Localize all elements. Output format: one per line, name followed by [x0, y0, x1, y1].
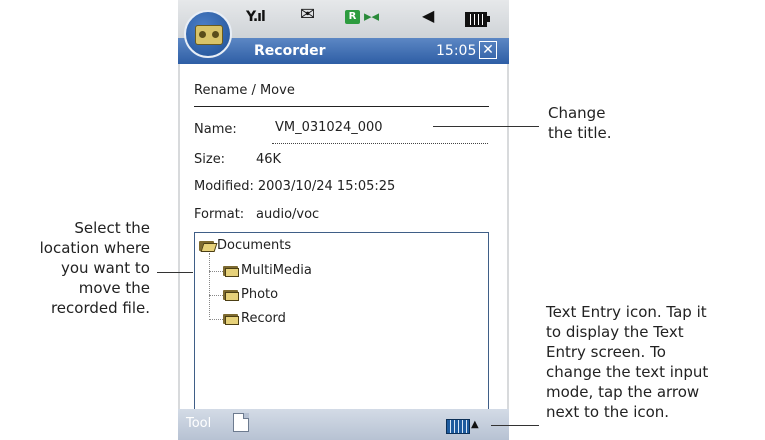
new-document-icon[interactable]	[233, 413, 249, 432]
recorder-app-icon[interactable]	[184, 10, 232, 58]
tree-branch	[209, 271, 223, 272]
tree-branch	[209, 295, 223, 296]
leader-text-entry	[491, 425, 539, 426]
tree-item-photo[interactable]: Photo	[223, 287, 278, 302]
tree-item-record[interactable]: Record	[223, 311, 286, 326]
format-value: audio/voc	[256, 207, 320, 222]
modified-value: 2003/10/24 15:05:25	[257, 179, 396, 194]
size-value: 46K	[256, 152, 282, 167]
open-folder-icon	[199, 239, 218, 252]
folder-tree[interactable]: Documents MultiMedia Photo Record	[194, 232, 489, 410]
callout-text-entry: Text Entry icon. Tap it to display the T…	[546, 303, 709, 421]
leader-select-location	[157, 272, 193, 273]
speaker-icon[interactable]: ◀	[422, 7, 434, 25]
tree-item-label: Photo	[241, 287, 279, 302]
app-title: Recorder	[254, 43, 326, 59]
tree-item-label: Record	[241, 311, 286, 326]
r-badge-icon: R	[345, 10, 360, 24]
modified-row: Modified: 2003/10/24 15:05:25	[194, 179, 395, 194]
signal-icon: Y.ıl	[246, 9, 266, 25]
close-icon[interactable]: ✕	[479, 41, 497, 59]
tree-item-documents[interactable]: Documents	[199, 238, 291, 253]
name-label: Name:	[194, 122, 237, 137]
folder-icon	[223, 264, 240, 277]
phone-screen: Y.ıl ✉ R ▸◂ ◀ Recorder 15:05 ✕ Rename / …	[178, 0, 509, 440]
format-label: Format:	[194, 207, 245, 222]
callout-change-title: Change the title.	[548, 104, 612, 142]
folder-icon	[223, 312, 240, 325]
envelope-icon[interactable]: ✉	[300, 6, 315, 24]
modified-label: Modified:	[194, 179, 254, 194]
heading-divider	[194, 106, 489, 107]
tree-line	[209, 253, 210, 317]
text-entry-icon[interactable]	[446, 419, 470, 434]
size-label: Size:	[194, 152, 226, 167]
name-field-underline	[272, 143, 488, 144]
callout-select-location: Select the location where you want to mo…	[39, 219, 150, 317]
input-mode-arrow-icon[interactable]: ▲	[471, 419, 479, 430]
clock: 15:05	[436, 43, 477, 59]
rename-move-dialog: Rename / Move Name: VM_031024_000 Size: 4…	[178, 64, 509, 410]
tree-item-multimedia[interactable]: MultiMedia	[223, 263, 312, 278]
folder-icon	[223, 288, 240, 301]
battery-icon	[465, 12, 490, 27]
tool-menu[interactable]: Tool	[186, 416, 211, 431]
tree-item-label: MultiMedia	[241, 263, 312, 278]
bluetooth-icon: ▸◂	[364, 7, 380, 25]
dialog-heading: Rename / Move	[194, 83, 295, 98]
tree-branch	[209, 319, 223, 320]
format-row: Format: audio/voc	[194, 207, 319, 222]
size-row: Size: 46K	[194, 152, 281, 167]
name-row: Name:	[194, 122, 237, 137]
name-field[interactable]: VM_031024_000	[275, 120, 383, 135]
tree-item-label: Documents	[217, 238, 292, 253]
leader-change-title	[433, 126, 539, 127]
